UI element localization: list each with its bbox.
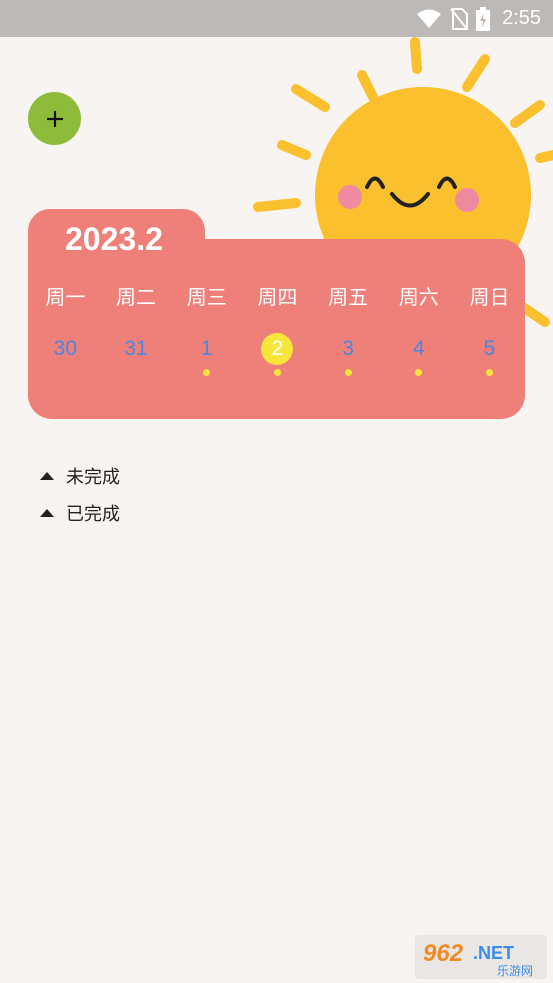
- task-indicator-dot: [133, 369, 140, 376]
- date-cell[interactable]: 4: [383, 333, 454, 383]
- battery-charging-icon: [476, 6, 491, 31]
- task-indicator-dot: [485, 369, 493, 376]
- date-number-today: 2: [261, 333, 294, 365]
- week-calendar: 2023.2 周一 周二 周三 周四 周五 周六 周日 30 31 1 2 3: [28, 209, 525, 419]
- date-number: 5: [483, 337, 496, 360]
- weekday-label: 周日: [469, 285, 510, 309]
- watermark-graphic: 962 .NET 乐游网: [415, 935, 547, 979]
- date-cell[interactable]: 3: [313, 333, 384, 383]
- date-cell[interactable]: 30: [30, 333, 101, 383]
- date-row: 30 31 1 2 3 4 5: [30, 333, 525, 383]
- weekday-label: 周二: [116, 285, 157, 309]
- wifi-icon: [417, 9, 442, 28]
- status-icons: 2:55: [416, 0, 541, 37]
- status-time: 2:55: [502, 7, 541, 29]
- complete-section-toggle[interactable]: 已完成: [40, 500, 120, 526]
- no-sim-icon: [450, 7, 469, 30]
- task-indicator-dot: [203, 369, 211, 376]
- weekday-label: 周六: [398, 285, 439, 309]
- calendar-month-title[interactable]: 2023.2: [65, 221, 163, 258]
- date-number: 4: [412, 337, 425, 360]
- status-bar: 2:55: [0, 0, 553, 37]
- date-number: 1: [200, 337, 213, 360]
- task-indicator-dot: [344, 369, 352, 376]
- watermark-logo: 962 .NET 乐游网: [415, 935, 547, 979]
- date-cell[interactable]: 5: [454, 333, 525, 383]
- collapse-triangle-icon: [40, 472, 54, 480]
- incomplete-section-label: 未完成: [66, 467, 120, 488]
- incomplete-section-toggle[interactable]: 未完成: [40, 463, 120, 489]
- date-cell-today[interactable]: 2: [242, 333, 313, 383]
- svg-text:乐游网: 乐游网: [497, 964, 533, 978]
- weekday-label: 周一: [45, 285, 86, 309]
- task-indicator-dot: [415, 369, 423, 376]
- date-number: 30: [53, 337, 78, 360]
- weekday-label: 周四: [257, 285, 298, 309]
- date-cell[interactable]: 1: [171, 333, 242, 383]
- date-cell[interactable]: 31: [101, 333, 172, 383]
- weekday-row: 周一 周二 周三 周四 周五 周六 周日: [30, 281, 525, 310]
- complete-section-label: 已完成: [66, 504, 120, 525]
- add-task-button[interactable]: [28, 92, 81, 145]
- svg-text:962: 962: [423, 940, 464, 967]
- svg-text:.NET: .NET: [473, 943, 514, 963]
- date-number: 3: [342, 337, 354, 360]
- task-indicator-dot: [273, 369, 281, 376]
- weekday-label: 周五: [328, 285, 369, 309]
- collapse-triangle-icon: [40, 509, 54, 517]
- calendar-body: [28, 239, 525, 419]
- plus-icon: [46, 110, 63, 127]
- weekday-label: 周三: [186, 285, 227, 309]
- task-indicator-dot: [62, 369, 69, 376]
- date-number: 31: [124, 337, 148, 360]
